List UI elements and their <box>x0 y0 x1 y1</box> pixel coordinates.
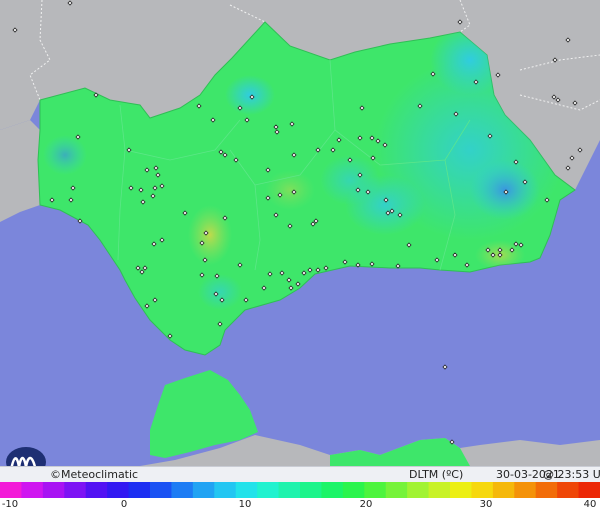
colorbar-swatch <box>321 482 344 498</box>
colorbar-swatch <box>407 482 430 498</box>
colorbar-swatch <box>192 482 215 498</box>
colorbar-swatch <box>492 482 515 498</box>
colorbar-swatch <box>578 482 600 498</box>
portugal-coast <box>0 120 40 222</box>
copyright-symbol: © <box>50 468 61 481</box>
colorbar-swatch <box>21 482 44 498</box>
colorbar-swatch <box>364 482 387 498</box>
colorbar-swatch <box>450 482 472 498</box>
colorbar-swatch <box>257 482 280 498</box>
colorbar-swatch <box>235 482 258 498</box>
footer-bar: ©Meteoclimatic DLTM (ºC) 30-03-2021 @ 23… <box>0 466 600 483</box>
colorbar-tick: -10 <box>1 499 19 510</box>
colorbar-swatch <box>42 482 65 498</box>
colorbar-swatch <box>342 482 365 498</box>
colorbar-swatch <box>0 482 22 498</box>
colorbar-tick: 30 <box>479 499 493 510</box>
colorbar-swatch <box>85 482 108 498</box>
colorbar-swatch <box>214 482 237 498</box>
brand-label[interactable]: ©Meteoclimatic <box>50 468 138 481</box>
temperature-map <box>0 0 600 466</box>
colorbar-swatch <box>428 482 451 498</box>
variable-label: DLTM (ºC) <box>409 468 464 481</box>
colorbar-tick: 0 <box>120 499 128 510</box>
colorbar-swatch <box>514 482 537 498</box>
colorbar-swatch <box>128 482 151 498</box>
colorbar-tick: 40 <box>583 499 597 510</box>
colorbar-tick: 10 <box>238 499 252 510</box>
colorbar-swatch <box>557 482 580 498</box>
colorbar-tick: 20 <box>359 499 373 510</box>
colorbar-swatch <box>171 482 194 498</box>
colorbar-swatch <box>150 482 172 498</box>
time-label: @ 23:53 UTC <box>543 468 600 481</box>
temperature-colorbar <box>0 482 600 498</box>
colorbar-swatch <box>278 482 301 498</box>
colorbar-swatch <box>107 482 130 498</box>
colorbar-swatch <box>64 482 87 498</box>
colorbar-ticks: -10 0 10 20 30 40 <box>0 498 600 517</box>
brand-name: Meteoclimatic <box>61 468 139 481</box>
colorbar-swatch <box>471 482 494 498</box>
colorbar-swatch <box>535 482 558 498</box>
colorbar-swatch <box>385 482 408 498</box>
colorbar-swatch <box>300 482 322 498</box>
